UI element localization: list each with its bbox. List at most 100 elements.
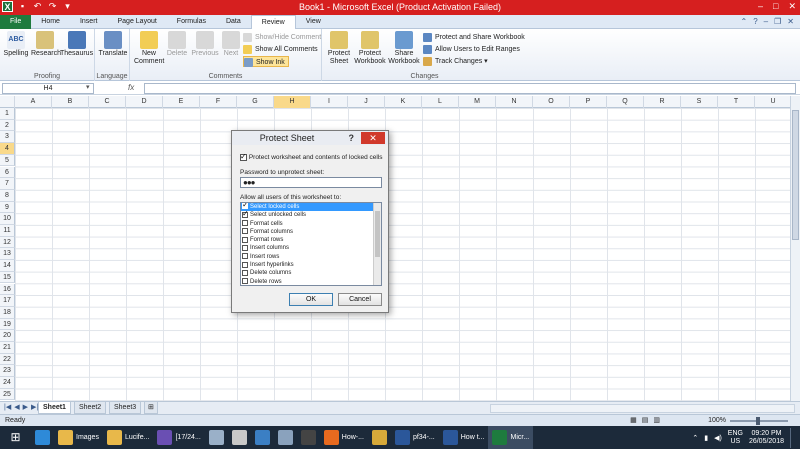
dialog-help-button[interactable]: ? xyxy=(349,133,355,143)
row-header[interactable]: 5 xyxy=(0,154,15,167)
name-box[interactable]: H4 xyxy=(2,83,94,94)
row-header[interactable]: 24 xyxy=(0,377,15,389)
row-header[interactable]: 13 xyxy=(0,248,15,261)
tab-home[interactable]: Home xyxy=(31,15,70,29)
show-desktop-button[interactable] xyxy=(790,427,794,448)
thesaurus-button[interactable]: Thesaurus xyxy=(60,31,93,58)
row-header[interactable]: 14 xyxy=(0,260,15,272)
next-comment-button[interactable]: Next xyxy=(221,31,241,58)
sheet-tab-sheet1[interactable]: Sheet1 xyxy=(38,402,71,414)
taskbar-item[interactable] xyxy=(368,426,391,449)
select-all-corner[interactable] xyxy=(0,96,15,108)
row-header[interactable]: 12 xyxy=(0,236,15,249)
row-header[interactable]: 22 xyxy=(0,353,15,366)
row-header[interactable]: 25 xyxy=(0,388,15,401)
taskbar-ie[interactable] xyxy=(31,426,54,449)
insert-function-button[interactable]: fx xyxy=(128,83,134,92)
column-header[interactable]: B xyxy=(52,96,89,108)
show-all-comments-button[interactable]: Show All Comments xyxy=(243,44,318,55)
close-button[interactable]: ✕ xyxy=(788,1,796,12)
share-workbook-button[interactable]: Share Workbook xyxy=(388,31,420,66)
permission-checkbox[interactable] xyxy=(242,228,248,235)
row-header[interactable]: 3 xyxy=(0,131,15,144)
row-header[interactable]: 17 xyxy=(0,295,15,307)
tab-review[interactable]: Review xyxy=(250,15,296,29)
column-header[interactable]: T xyxy=(718,96,755,108)
column-header[interactable]: S xyxy=(681,96,718,108)
permission-checkbox[interactable] xyxy=(242,210,249,218)
permission-checkbox[interactable] xyxy=(242,220,248,227)
tab-page-layout[interactable]: Page Layout xyxy=(107,15,166,29)
translate-button[interactable]: Translate xyxy=(98,31,128,58)
permission-checkbox[interactable] xyxy=(242,236,248,243)
zoom-slider[interactable] xyxy=(730,417,788,425)
row-header[interactable]: 11 xyxy=(0,225,15,237)
column-header[interactable]: Q xyxy=(607,96,644,108)
show-ink-button[interactable]: Show Ink xyxy=(243,56,289,67)
sheet-tab-sheet3[interactable]: Sheet3 xyxy=(109,402,142,414)
column-header[interactable]: O xyxy=(533,96,570,108)
permission-checkbox[interactable] xyxy=(242,269,248,276)
permission-item[interactable]: Delete rows xyxy=(241,278,381,285)
row-header[interactable]: 2 xyxy=(0,119,15,132)
new-comment-button[interactable]: New Comment xyxy=(134,31,164,66)
next-sheet-icon[interactable]: ▶ xyxy=(23,403,28,411)
start-button[interactable]: ⊞ xyxy=(0,426,31,449)
column-header[interactable]: U xyxy=(755,96,790,108)
permissions-scrollbar[interactable] xyxy=(373,203,381,285)
insert-sheet-button[interactable]: ⊞ xyxy=(144,402,158,414)
permission-checkbox[interactable] xyxy=(242,261,248,268)
column-header[interactable]: N xyxy=(496,96,533,108)
permission-item[interactable]: Insert columns xyxy=(241,244,381,252)
name-box-dropdown-icon[interactable]: ▾ xyxy=(86,83,90,91)
show-hide-comment-button[interactable]: Show/Hide Comment xyxy=(243,32,321,43)
tray-expand-icon[interactable]: ⌃ xyxy=(692,434,698,442)
tab-view[interactable]: View xyxy=(296,15,331,29)
taskbar-item[interactable]: [17/24... xyxy=(153,426,204,449)
horizontal-scrollbar[interactable] xyxy=(490,404,795,413)
column-header[interactable]: H xyxy=(274,96,311,108)
column-header[interactable]: M xyxy=(459,96,496,108)
clock[interactable]: 09:20 PM 26/05/2018 xyxy=(749,430,784,446)
taskbar-item[interactable]: How-... xyxy=(320,426,368,449)
network-icon[interactable]: ▮ xyxy=(704,434,708,442)
previous-comment-button[interactable]: Previous xyxy=(190,31,220,58)
vertical-scrollbar-thumb[interactable] xyxy=(792,110,799,240)
taskbar-item[interactable] xyxy=(251,426,274,449)
allow-users-edit-ranges-button[interactable]: Allow Users to Edit Ranges xyxy=(423,44,520,55)
tab-file[interactable]: File xyxy=(0,15,32,29)
permission-item[interactable]: Format cells xyxy=(241,220,381,228)
formula-input[interactable] xyxy=(144,83,796,94)
row-header[interactable]: 15 xyxy=(0,271,15,284)
column-header[interactable]: F xyxy=(200,96,237,108)
taskbar-item[interactable] xyxy=(274,426,297,449)
taskbar-item[interactable]: How t... xyxy=(439,426,489,449)
sheet-tab-sheet2[interactable]: Sheet2 xyxy=(74,402,107,414)
column-header[interactable]: R xyxy=(644,96,681,108)
tab-data[interactable]: Data xyxy=(216,15,251,29)
minimize-button[interactable]: – xyxy=(758,1,763,12)
cells-area[interactable] xyxy=(15,108,790,401)
volume-icon[interactable]: ◀) xyxy=(714,434,722,442)
taskbar-item[interactable] xyxy=(228,426,251,449)
track-changes-button[interactable]: Track Changes ▾ xyxy=(423,56,488,67)
permission-item[interactable]: Format rows xyxy=(241,236,381,244)
row-header[interactable]: 23 xyxy=(0,365,15,378)
column-header[interactable]: I xyxy=(311,96,348,108)
column-header[interactable]: A xyxy=(15,96,52,108)
minimize-ribbon-icon[interactable]: ⌃ xyxy=(741,15,748,28)
worksheet-grid[interactable]: ABCDEFGHIJKLMNOPQRSTU 1 2 3 4 5 6 7 8 9 10 11 12 13 1… xyxy=(0,96,790,401)
row-header[interactable]: 4 xyxy=(0,143,15,155)
password-field[interactable]: ●●● xyxy=(240,177,382,188)
row-header[interactable]: 16 xyxy=(0,283,15,296)
tab-formulas[interactable]: Formulas xyxy=(167,15,216,29)
spelling-button[interactable]: ABC Spelling xyxy=(3,31,29,58)
column-header[interactable]: J xyxy=(348,96,385,108)
permission-checkbox[interactable] xyxy=(242,278,248,285)
permission-checkbox[interactable] xyxy=(242,244,248,251)
row-header[interactable]: 20 xyxy=(0,330,15,342)
column-header[interactable]: E xyxy=(163,96,200,108)
row-header[interactable]: 8 xyxy=(0,189,15,202)
tab-insert[interactable]: Insert xyxy=(70,15,108,29)
column-header[interactable]: G xyxy=(237,96,274,108)
